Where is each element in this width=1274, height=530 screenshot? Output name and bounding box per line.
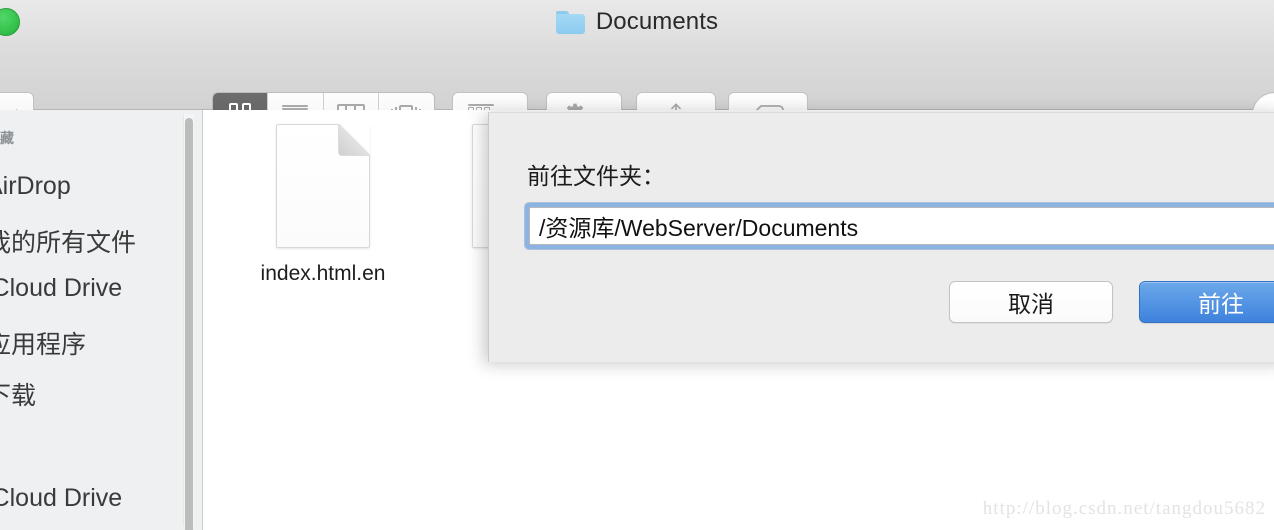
window-titlebar: Documents [0, 0, 1274, 44]
finder-window: Documents 藏 irDrop 我的所有文件 loud Drive 用程序… [0, 0, 1274, 530]
finder-sidebar: 收藏 AirDrop 我的所有文件 iCloud Drive 应用程序 下载 i… [0, 110, 203, 530]
sidebar-item-airdrop[interactable]: AirDrop [0, 172, 71, 201]
page-title: Documents [595, 8, 719, 35]
sidebar-item-all-my-files[interactable]: 我的所有文件 [0, 223, 136, 259]
sidebar-section-favorites: 收藏 [0, 130, 14, 146]
sidebar-item-icloud-drive-2[interactable]: iCloud Drive [0, 484, 122, 513]
dialog-label: 前往文件夹： [527, 163, 665, 189]
go-button[interactable]: 前往 [1139, 281, 1274, 323]
window-title-group: Documents [0, 0, 1274, 44]
sidebar-item-icloud-drive[interactable]: iCloud Drive [0, 274, 122, 303]
file-label: index.html.en [260, 262, 386, 285]
cancel-button[interactable]: 取消 [949, 281, 1113, 323]
folder-path-field-focus-ring: /资源库/WebServer/Documents [525, 203, 1274, 249]
folder-icon [555, 10, 585, 34]
finder-toolbar [0, 44, 1274, 136]
go-to-folder-dialog: 前往文件夹： /资源库/WebServer/Documents 取消 前往 [488, 112, 1274, 362]
watermark-text: http://blog.csdn.net/tangdou5682 [982, 498, 1266, 519]
folder-path-input[interactable]: /资源库/WebServer/Documents [529, 207, 1274, 245]
file-item-index-html-en[interactable]: index.html.en [248, 124, 398, 286]
document-icon [276, 124, 370, 248]
sidebar-item-downloads[interactable]: 下载 [0, 376, 36, 412]
sidebar-scrollbar-thumb[interactable] [185, 118, 193, 530]
sidebar-item-applications[interactable]: 应用程序 [0, 325, 86, 361]
folder-path-value: /资源库/WebServer/Documents [539, 215, 859, 241]
